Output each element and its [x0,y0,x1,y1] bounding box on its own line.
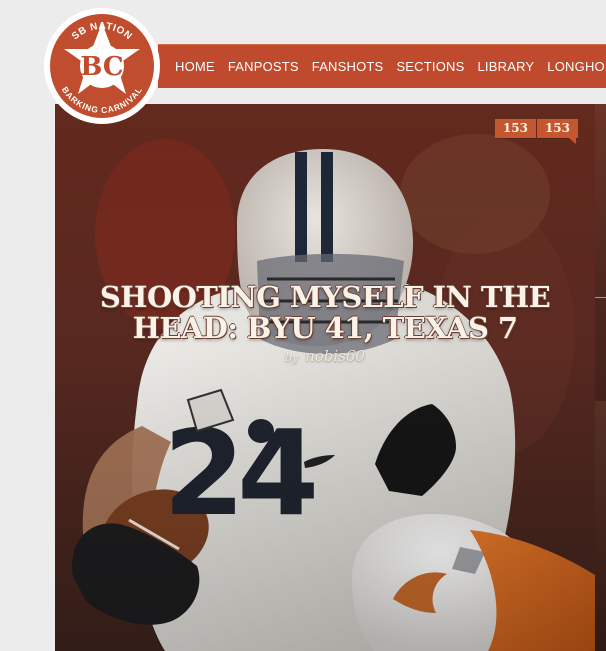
nav-fanposts[interactable]: FANPOSTS [228,59,299,74]
nav-longhorn-link[interactable]: LONGHOR [547,59,606,74]
logo-initials: BC [80,52,123,82]
adjacent-story-card-edge[interactable] [595,104,606,651]
nav-fanshots[interactable]: FANSHOTS [312,59,384,74]
byline-prefix: by [285,351,299,364]
nav-library[interactable]: LIBRARY [478,59,535,74]
page: HOME FANPOSTS FANSHOTS SECTIONS LIBRARY … [0,0,606,651]
jersey-number: 24 [163,404,314,542]
site-logo[interactable]: BC SB NATION BARKING CARNIVAL [42,6,162,126]
featured-story-card[interactable]: 24 153 153 SHOOTING MYSELF IN THE HEAD: … [55,104,595,651]
comment-count-badge-1[interactable]: 153 [494,119,536,138]
helmet-stripe-left [295,152,307,262]
author-name[interactable]: nobis60 [305,347,365,365]
comment-count-badge-2[interactable]: 153 [536,119,578,144]
hero-image: 24 [55,104,595,651]
story-headline[interactable]: SHOOTING MYSELF IN THE HEAD: BYU 41, TEX… [75,282,575,344]
comment-count-badges: 153 153 [494,119,578,144]
top-navigation-bar: HOME FANPOSTS FANSHOTS SECTIONS LIBRARY … [158,44,606,88]
helmet-stripe-right [321,152,333,262]
story-byline: by nobis60 [75,347,575,365]
nav-sections[interactable]: SECTIONS [396,59,464,74]
headline-block: SHOOTING MYSELF IN THE HEAD: BYU 41, TEX… [75,282,575,366]
nav-home[interactable]: HOME [175,59,215,74]
team-logo-icon [248,419,274,443]
main-nav-list: HOME FANPOSTS FANSHOTS SECTIONS LIBRARY … [158,45,606,88]
